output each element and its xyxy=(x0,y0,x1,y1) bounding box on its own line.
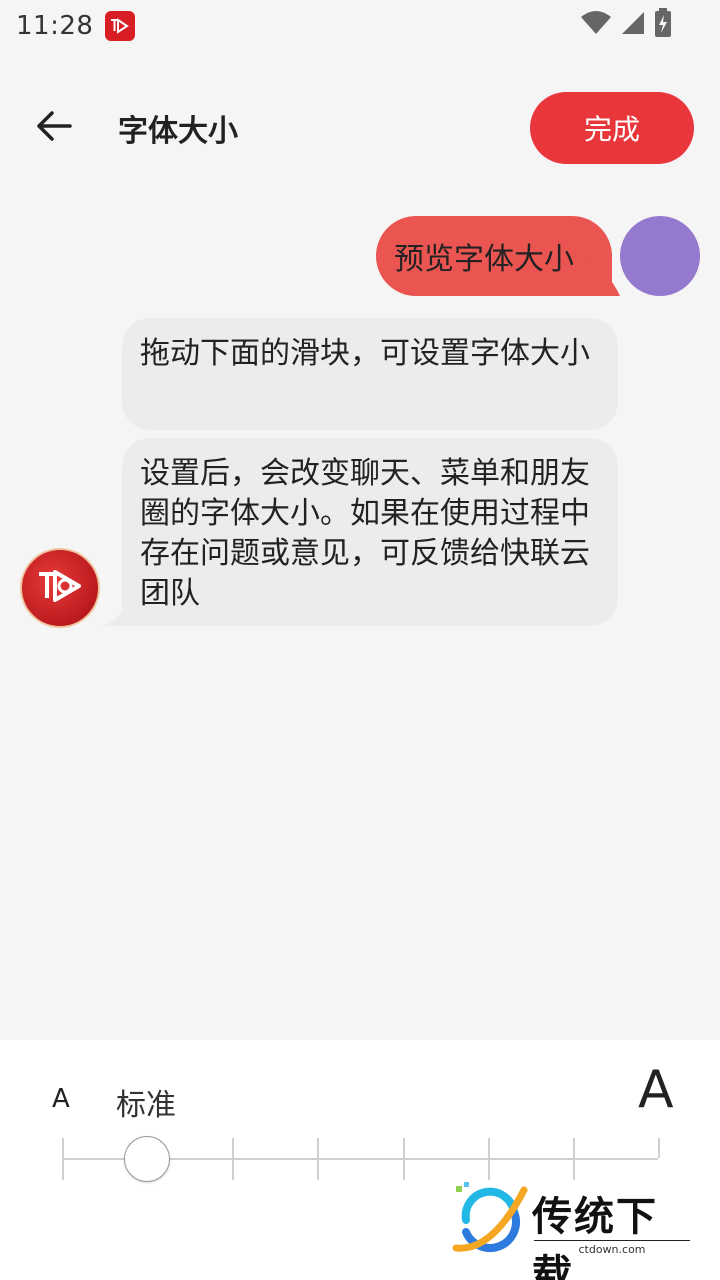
bubble-tail xyxy=(586,260,620,296)
done-button[interactable]: 完成 xyxy=(530,92,694,164)
watermark-logo-icon xyxy=(452,1182,528,1252)
slider-tick xyxy=(488,1138,490,1180)
chat-preview-area: 预览字体大小 拖动下面的滑块，可设置字体大小 设置后，会改变聊天、菜单和朋友圈的… xyxy=(0,200,720,1040)
slider-tick xyxy=(573,1138,575,1180)
status-icons xyxy=(580,8,672,42)
large-size-marker: A xyxy=(638,1060,674,1120)
watermark-text: 传统下载 xyxy=(532,1194,658,1280)
arrow-left-icon xyxy=(36,110,72,146)
user-avatar xyxy=(620,216,700,296)
message-bubble: 设置后，会改变聊天、菜单和朋友圈的字体大小。如果在使用过程中存在问题或意见，可反… xyxy=(122,438,618,626)
back-button[interactable] xyxy=(28,102,80,154)
app-header: 字体大小 完成 xyxy=(0,88,720,168)
bot-avatar xyxy=(20,548,100,628)
preview-bubble: 预览字体大小 xyxy=(376,216,612,296)
cell-signal-icon xyxy=(620,10,646,40)
wifi-icon xyxy=(580,10,612,40)
app-logo-icon xyxy=(105,11,136,41)
slider-tick xyxy=(658,1138,660,1158)
battery-charging-icon xyxy=(654,8,672,42)
slider-tick xyxy=(62,1138,64,1180)
page-title: 字体大小 xyxy=(118,114,238,149)
site-watermark: 传统下载 ctdown.com xyxy=(452,1182,698,1280)
message-bubble: 拖动下面的滑块，可设置字体大小 xyxy=(122,318,618,430)
status-time: 11:28 xyxy=(16,11,94,41)
slider-tick xyxy=(232,1138,234,1180)
current-size-label: 标准 xyxy=(116,1088,176,1123)
slider-thumb[interactable] xyxy=(124,1136,170,1182)
app-logo-icon xyxy=(35,564,85,612)
status-bar: 11:28 xyxy=(0,0,720,52)
watermark-url: ctdown.com xyxy=(534,1240,690,1256)
font-size-slider[interactable] xyxy=(62,1136,660,1182)
slider-tick xyxy=(403,1138,405,1180)
slider-tick xyxy=(317,1138,319,1180)
bubble-tail xyxy=(102,596,126,626)
small-size-marker: A xyxy=(52,1084,70,1114)
